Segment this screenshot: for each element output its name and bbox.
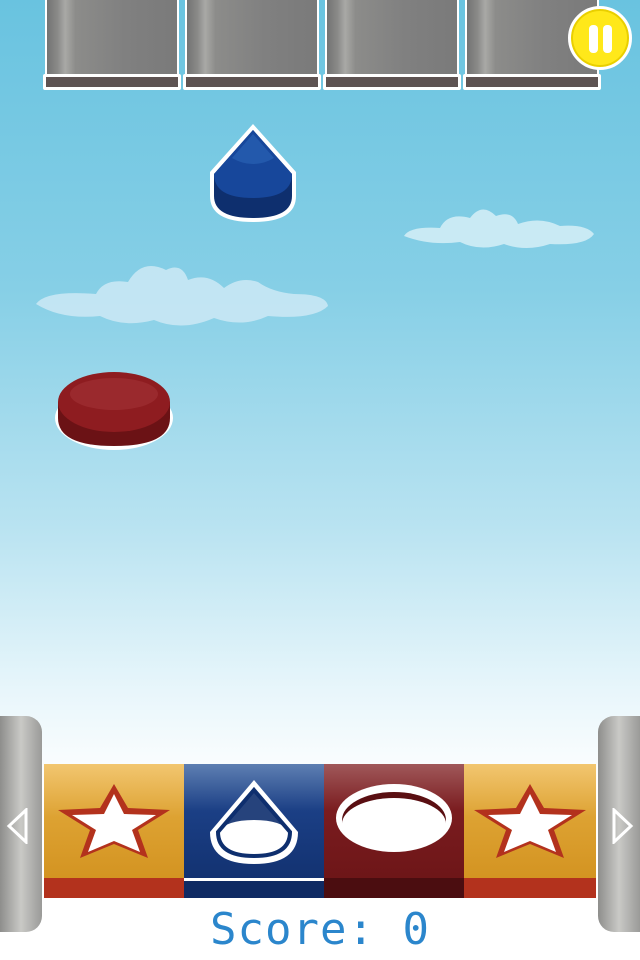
triangle-left-icon bbox=[6, 808, 28, 844]
teardrop-hole-icon bbox=[210, 780, 298, 864]
star-bin bbox=[464, 764, 596, 898]
circle-hole-icon bbox=[336, 784, 452, 852]
falling-circle-shape[interactable] bbox=[52, 366, 176, 454]
cloud bbox=[404, 209, 594, 248]
cloud bbox=[36, 266, 328, 326]
circle-bin bbox=[324, 764, 464, 898]
triangle-right-icon bbox=[612, 808, 634, 844]
star-hole-icon bbox=[474, 784, 586, 858]
star-hole-icon bbox=[58, 784, 170, 858]
falling-teardrop-shape[interactable] bbox=[204, 120, 302, 228]
chute bbox=[323, 0, 461, 92]
chute bbox=[183, 0, 321, 92]
chute bbox=[43, 0, 181, 92]
star-bin bbox=[44, 764, 184, 898]
pause-button[interactable] bbox=[568, 6, 632, 70]
game-scene: Score: 0 bbox=[0, 0, 640, 960]
score-label: Score: 0 bbox=[210, 904, 430, 955]
teardrop-bin bbox=[184, 764, 324, 898]
